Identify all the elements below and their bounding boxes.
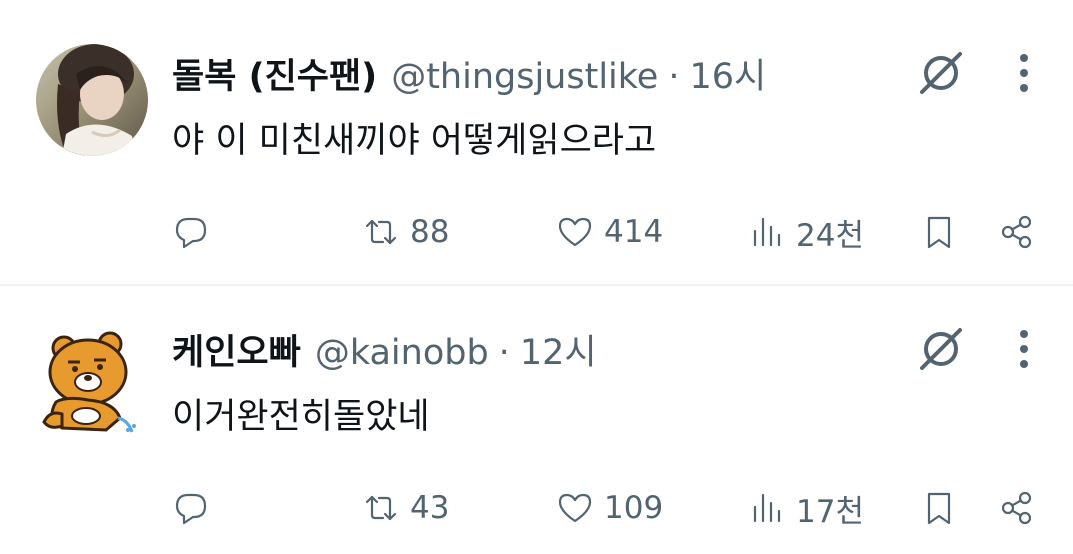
view-count: 17천: [796, 493, 864, 530]
heart-icon: [558, 217, 592, 247]
tweet-header: 돌복 (진수팬) @thingsjustlike · 16시: [172, 48, 766, 98]
more-icon[interactable]: [1006, 46, 1042, 100]
view-count: 24천: [796, 217, 864, 254]
bookmark-button[interactable]: [920, 478, 958, 538]
heart-icon: [558, 493, 592, 523]
grok-icon[interactable]: [914, 46, 968, 100]
retweet-icon: [365, 219, 397, 245]
share-icon: [1001, 215, 1032, 249]
tweet-text: 야 이 미친새끼야 어떻게읽으라고: [172, 121, 657, 161]
like-button[interactable]: 414: [556, 202, 663, 262]
avatar[interactable]: [36, 44, 148, 156]
views-button[interactable]: 24천: [748, 202, 864, 262]
reply-icon: [175, 493, 207, 525]
views-button[interactable]: 17천: [748, 478, 864, 538]
separator: ·: [498, 333, 510, 373]
retweet-count: 43: [410, 490, 450, 526]
retweet-count: 88: [410, 214, 450, 250]
views-icon: [753, 493, 781, 523]
avatar[interactable]: [36, 322, 148, 434]
tweet-text: 이거완전히돌았네: [172, 397, 430, 437]
reply-button[interactable]: [172, 202, 220, 262]
tweet[interactable]: 돌복 (진수팬) @thingsjustlike · 16시 야 이 미친새끼야…: [0, 0, 1073, 285]
retweet-button[interactable]: 88: [362, 202, 449, 262]
timestamp[interactable]: 12시: [520, 324, 597, 375]
share-button[interactable]: [998, 478, 1036, 538]
bookmark-icon: [927, 216, 951, 249]
action-bar: 43 109 17천: [0, 478, 1073, 538]
action-bar: 88 414 24천: [0, 202, 1073, 262]
display-name[interactable]: 케인오빠: [172, 324, 301, 375]
like-count: 414: [604, 214, 664, 250]
retweet-button[interactable]: 43: [362, 478, 449, 538]
reply-icon: [175, 217, 207, 249]
views-icon: [753, 217, 781, 247]
like-button[interactable]: 109: [556, 478, 663, 538]
display-name[interactable]: 돌복 (진수팬): [172, 48, 377, 99]
user-handle[interactable]: @thingsjustlike: [391, 57, 658, 97]
reply-button[interactable]: [172, 478, 220, 538]
tweet-header: 케인오빠 @kainobb · 12시: [172, 324, 597, 374]
grok-icon[interactable]: [914, 322, 968, 376]
share-icon: [1001, 491, 1032, 525]
like-count: 109: [604, 490, 664, 526]
bookmark-icon: [927, 492, 951, 525]
retweet-icon: [365, 495, 397, 521]
user-handle[interactable]: @kainobb: [315, 333, 489, 373]
timestamp[interactable]: 16시: [689, 48, 766, 99]
bookmark-button[interactable]: [920, 202, 958, 262]
separator: ·: [668, 57, 680, 97]
share-button[interactable]: [998, 202, 1036, 262]
more-icon[interactable]: [1006, 322, 1042, 376]
